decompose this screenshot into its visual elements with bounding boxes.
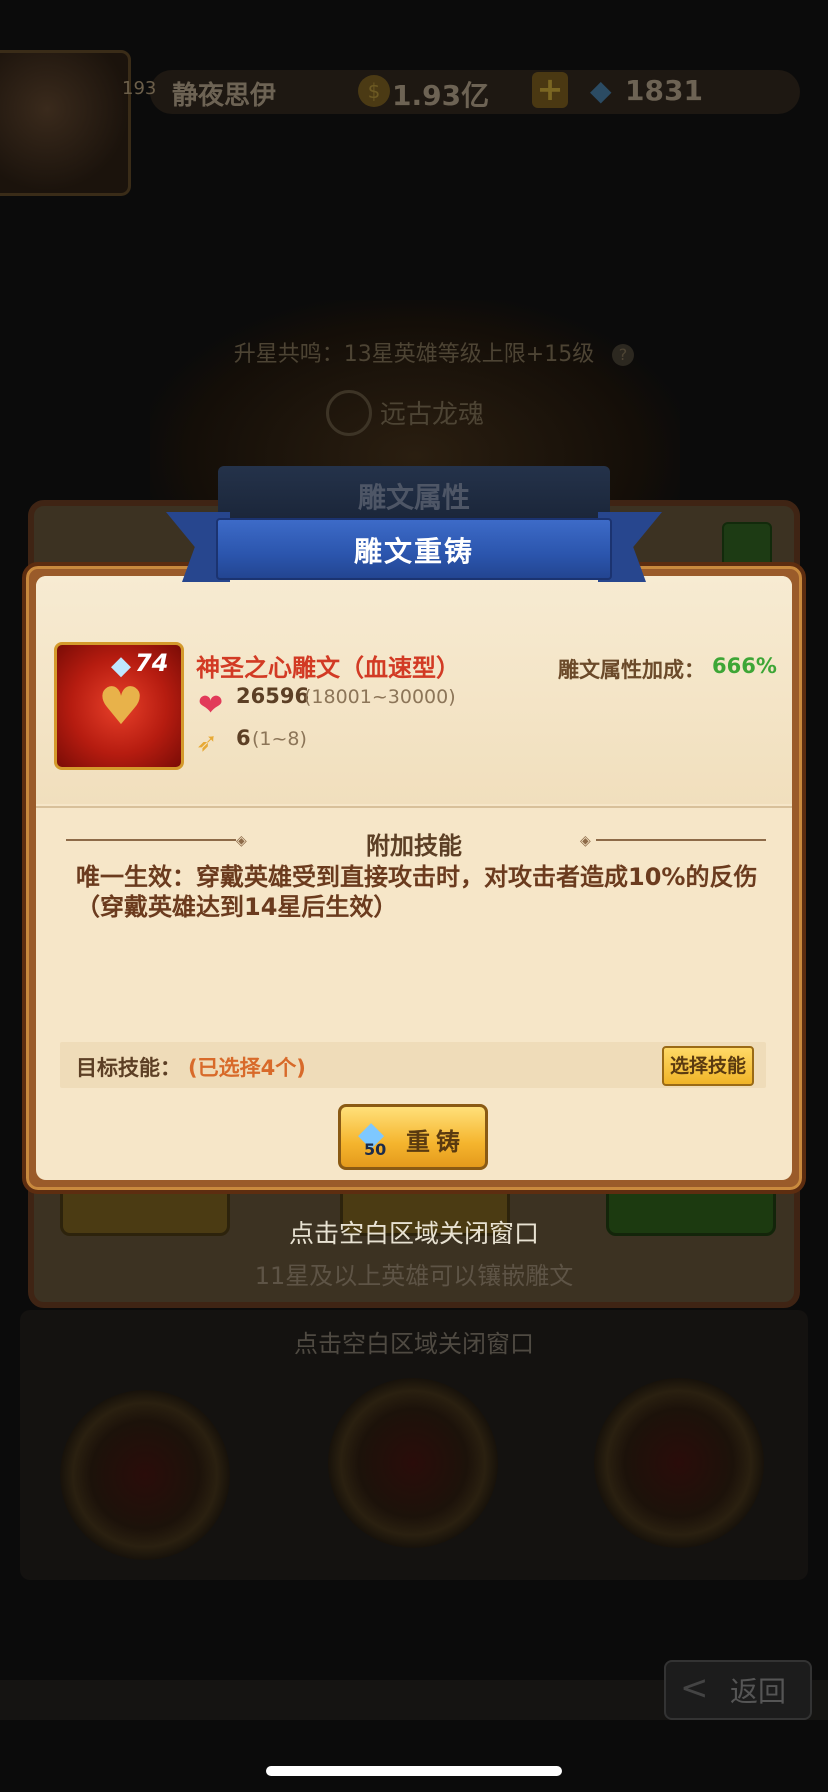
speed-value: 6	[236, 726, 251, 750]
rune-slot-skull-icon[interactable]	[594, 1378, 764, 1548]
skill-description: 唯一生效：穿戴英雄受到直接攻击时，对攻击者造成10%的反伤（穿戴英雄达到14星后…	[76, 863, 758, 921]
bonus-value: 666%	[712, 654, 777, 678]
back-arrow-icon: <	[680, 1668, 709, 1708]
bonus-label: 雕文属性加成：	[558, 658, 705, 682]
rune-slot-heart-icon[interactable]	[328, 1378, 498, 1548]
speed-range: (1~8)	[252, 728, 307, 750]
divider	[36, 806, 792, 808]
star-resonance-text: 升星共鸣：13星英雄等级上限+15级	[233, 342, 595, 367]
back-label: 返回	[730, 1675, 787, 1708]
inlay-hint: 11星及以上英雄可以镶嵌雕文	[254, 1262, 574, 1290]
rune-attribute-title: 雕文属性	[357, 481, 470, 514]
rune-icon[interactable]: ♥ ◆ 74	[54, 642, 184, 770]
help-icon[interactable]: ?	[612, 344, 634, 366]
rune-name: 神圣之心雕文（血速型）	[196, 654, 460, 682]
close-hint[interactable]: 点击空白区域关闭窗口	[0, 1214, 828, 1250]
extra-skill-title: 附加技能	[366, 832, 462, 860]
dragon-soul-label: 远古龙魂	[380, 400, 485, 430]
target-skill-count: (已选择4个)	[188, 1056, 306, 1080]
wing-icon: ➶	[196, 728, 218, 758]
player-avatar[interactable]	[0, 50, 131, 196]
holy-heart-icon: ♥	[97, 677, 145, 737]
rune-level: 74	[135, 649, 169, 677]
heart-icon: ❤	[198, 688, 224, 723]
home-indicator[interactable]	[266, 1766, 562, 1776]
coin-icon: $	[358, 75, 390, 107]
hp-range: (18001~30000)	[304, 686, 456, 708]
diamond-icon: ◆	[111, 651, 131, 681]
dragon-soul-icon	[326, 390, 372, 436]
recast-cost: 50	[364, 1140, 387, 1159]
rune-slot-sword-icon[interactable]	[60, 1390, 230, 1560]
gem-amount: 1831	[625, 74, 703, 107]
close-hint-lower: 点击空白区域关闭窗口	[294, 1330, 534, 1358]
select-skill-button[interactable]: 选择技能	[662, 1046, 754, 1086]
hp-value: 26596	[236, 684, 310, 708]
modal-title: 雕文重铸	[353, 535, 474, 568]
gem-icon: ◆	[590, 74, 612, 107]
recast-label: 重铸	[406, 1128, 466, 1156]
add-coins-button[interactable]: +	[532, 72, 568, 108]
target-skill-label: 目标技能：	[76, 1056, 181, 1080]
player-level: 193	[122, 78, 157, 99]
coin-amount: 1.93亿	[392, 79, 490, 112]
player-name: 静夜思伊	[172, 81, 277, 111]
